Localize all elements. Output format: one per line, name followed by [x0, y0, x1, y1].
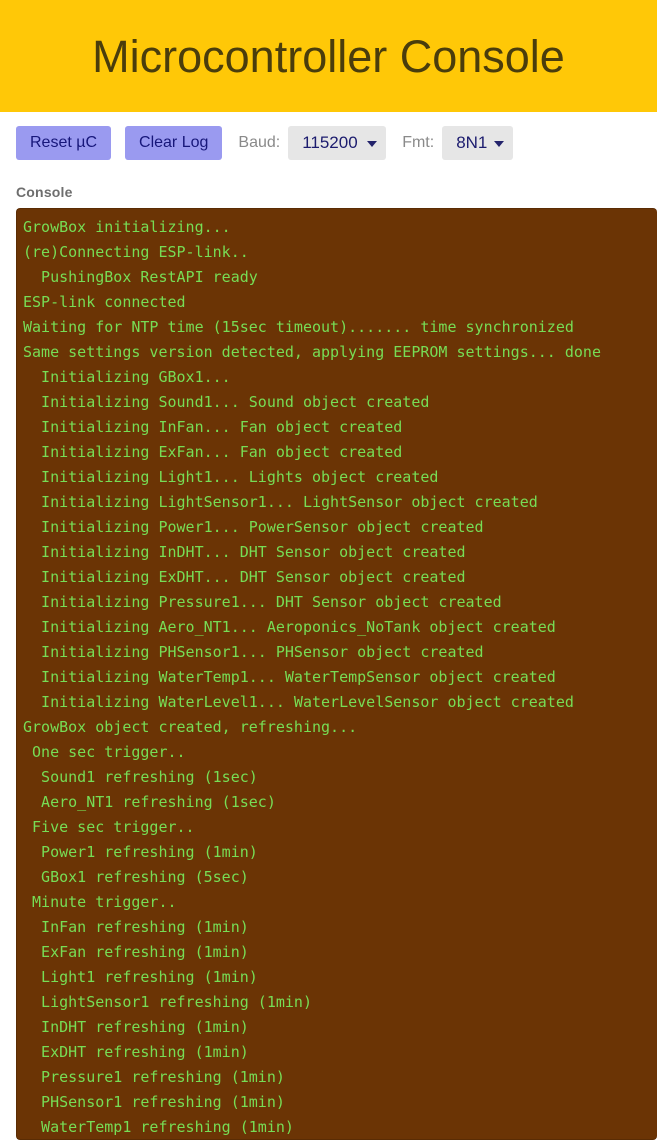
console-line: Minute trigger..	[23, 893, 177, 911]
console-output[interactable]: GrowBox initializing... (re)Connecting ES…	[16, 208, 657, 1140]
console-line: InFan refreshing (1min)	[23, 918, 249, 936]
console-line: Initializing InFan... Fan object created	[23, 418, 403, 436]
console-line: GrowBox initializing...	[23, 218, 231, 236]
baud-label: Baud:	[238, 134, 281, 151]
console-line: PHSensor1 refreshing (1min)	[23, 1093, 285, 1111]
chevron-down-icon	[494, 141, 505, 147]
reset-microcontroller-button[interactable]: Reset µC	[16, 126, 112, 160]
console-section-label: Console	[16, 184, 73, 200]
console-line: Initializing WaterLevel1... WaterLevelSe…	[23, 693, 574, 711]
toolbar: Reset µC Clear Log Baud: 115200 Fmt: 8N1	[0, 112, 657, 174]
console-line: Sound1 refreshing (1sec)	[23, 768, 258, 786]
console-line: InDHT refreshing (1min)	[23, 1018, 249, 1036]
console-line-list: GrowBox initializing... (re)Connecting ES…	[23, 215, 649, 1139]
console-line: Initializing WaterTemp1... WaterTempSens…	[23, 668, 556, 686]
console-line: Initializing PHSensor1... PHSensor objec…	[23, 643, 484, 661]
console-line: Light1 refreshing (1min)	[23, 968, 258, 986]
console-line: Aero_NT1 refreshing (1sec)	[23, 793, 276, 811]
console-line: Initializing ExDHT... DHT Sensor object …	[23, 568, 466, 586]
console-line: Five sec trigger..	[23, 818, 195, 836]
baud-rate-select[interactable]: 115200	[288, 126, 387, 160]
console-line: Initializing Pressure1... DHT Sensor obj…	[23, 593, 502, 611]
page-root: Microcontroller Console Reset µC Clear L…	[0, 0, 657, 1140]
console-line: PushingBox RestAPI ready	[23, 268, 258, 286]
console-line: GrowBox object created, refreshing...	[23, 718, 358, 736]
console-line: Initializing Sound1... Sound object crea…	[23, 393, 430, 411]
console-line: Initializing Aero_NT1... Aeroponics_NoTa…	[23, 618, 556, 636]
serial-format-value: 8N1	[456, 133, 488, 152]
console-line: Initializing LightSensor1... LightSensor…	[23, 493, 538, 511]
console-line: Initializing Power1... PowerSensor objec…	[23, 518, 484, 536]
console-line: Same settings version detected, applying…	[23, 343, 601, 361]
console-line: Initializing GBox1...	[23, 368, 231, 386]
console-line: Pressure1 refreshing (1min)	[23, 1068, 285, 1086]
console-line: (re)Connecting ESP-link..	[23, 243, 249, 261]
console-line: ExFan refreshing (1min)	[23, 943, 249, 961]
console-line: ESP-link connected	[23, 293, 186, 311]
console-line: Initializing ExFan... Fan object created	[23, 443, 403, 461]
console-line: ExDHT refreshing (1min)	[23, 1043, 249, 1061]
page-title: Microcontroller Console	[92, 30, 565, 82]
app-header: Microcontroller Console	[0, 0, 657, 112]
clear-log-button[interactable]: Clear Log	[125, 126, 223, 160]
baud-rate-value: 115200	[302, 133, 358, 152]
console-line: GBox1 refreshing (5sec)	[23, 868, 249, 886]
chevron-down-icon	[367, 141, 378, 147]
console-line: WaterTemp1 refreshing (1min)	[23, 1118, 294, 1136]
console-line: Initializing Light1... Lights object cre…	[23, 468, 439, 486]
console-line: LightSensor1 refreshing (1min)	[23, 993, 312, 1011]
console-line: Initializing InDHT... DHT Sensor object …	[23, 543, 466, 561]
serial-format-select[interactable]: 8N1	[442, 126, 514, 160]
format-label: Fmt:	[402, 134, 435, 151]
console-line: Power1 refreshing (1min)	[23, 843, 258, 861]
console-line: Waiting for NTP time (15sec timeout)....…	[23, 318, 574, 336]
console-line: One sec trigger..	[23, 743, 186, 761]
